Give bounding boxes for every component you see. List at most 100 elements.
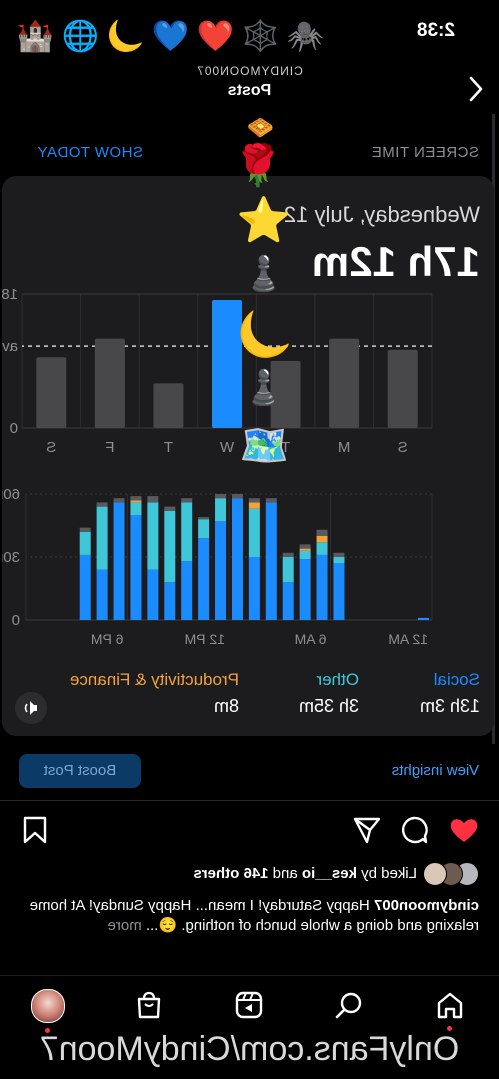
hourly-bar-other — [333, 557, 345, 564]
hourly-bar-other — [164, 510, 176, 583]
weekly-tick-label: 0 — [10, 420, 18, 437]
moon-emoji: 🌙 — [106, 19, 144, 54]
weekly-tick-label: 18h — [2, 286, 18, 303]
shop-bag-icon[interactable] — [134, 990, 164, 1020]
divider — [0, 800, 499, 801]
view-insights-link[interactable]: View insights — [392, 762, 479, 779]
caption-username[interactable]: cindymoon007 — [374, 897, 479, 914]
hourly-bar-other — [198, 519, 210, 539]
bio-emoji-row: 🏰 🌐 🌙 💙 ❤️ 🕸️ 🕷️ — [9, 16, 324, 62]
hourly-bar-social — [96, 569, 108, 620]
hourly-bar-gray — [130, 496, 142, 501]
hourly-bar-social — [248, 557, 260, 620]
screen-time-date: Wednesday, July 12 — [283, 202, 480, 227]
audio-toggle-button[interactable] — [15, 692, 47, 724]
profile-avatar[interactable] — [31, 989, 65, 1033]
liker-avatars[interactable] — [419, 862, 479, 886]
hourly-bar-gray — [164, 506, 176, 511]
header-username: CINDYMOON007 — [196, 64, 303, 78]
hourly-bar-other — [316, 542, 328, 555]
weekday-label: T — [164, 439, 173, 456]
hourly-bar-gray — [198, 517, 210, 520]
hourly-bar-gray — [181, 498, 193, 503]
comment-icon[interactable] — [399, 815, 429, 845]
hourly-bar-other — [282, 557, 294, 583]
category-productivity: Productivity & Finance 8m — [70, 670, 239, 717]
hourly-bar-social — [231, 498, 243, 620]
category-social: Social 13h 3m — [420, 670, 480, 717]
share-icon[interactable] — [352, 815, 382, 845]
hourly-bar-social — [79, 554, 91, 620]
hourly-bar-social — [265, 502, 277, 620]
waffle-emoji: 🧇 — [246, 116, 274, 141]
hourly-bar-social — [316, 554, 328, 620]
show-today-link[interactable]: SHOW TODAY — [37, 144, 143, 161]
category-productivity-value: 8m — [213, 696, 239, 716]
liked-by-middle: and — [272, 865, 298, 882]
post-caption: cindymoon007 Happy Saturday! I mean... H… — [19, 896, 479, 936]
hourly-bar-other — [79, 531, 91, 555]
hourly-bar-social — [299, 559, 311, 620]
hourly-bar-social — [181, 561, 193, 620]
hourly-bar-social — [164, 582, 176, 620]
liked-by-user[interactable]: kes__io — [302, 865, 357, 882]
boost-post-button[interactable]: Boost Post — [19, 754, 141, 788]
blue-heart-emoji: 💙 — [151, 19, 189, 54]
hourly-bar-gray — [316, 529, 328, 536]
weekday-label: S — [398, 439, 408, 456]
hour-label: 6 PM — [91, 631, 124, 647]
watermark: OnlyFans.com/CindyMoon7 — [39, 1030, 460, 1068]
hourly-bar-gray — [282, 552, 294, 557]
weekly-bar — [387, 349, 418, 428]
like-heart-icon[interactable] — [449, 816, 479, 844]
liked-by-others[interactable]: 146 others — [193, 865, 268, 882]
home-icon[interactable] — [435, 990, 465, 1031]
hourly-bar-gray — [215, 494, 227, 499]
page: 2:38 🏰 🌐 🌙 💙 ❤️ 🕸️ 🕷️ CINDYMOON007 Posts… — [0, 0, 499, 1079]
hourly-bar-social — [418, 617, 430, 620]
page-title: Posts — [227, 82, 272, 99]
hourly-bar-other — [248, 508, 260, 557]
hourly-bar-gray — [147, 496, 159, 503]
crescent-emoji: 🌙 — [237, 309, 292, 360]
weekday-label: W — [219, 439, 234, 456]
liked-by-line: Liked by kes__io and 146 others — [193, 864, 417, 884]
liked-by-prefix: Liked by — [361, 865, 417, 882]
castle-emoji: 🏰 — [16, 19, 54, 54]
map-emoji: 🗺️ — [239, 423, 289, 469]
hourly-bar-gray — [299, 544, 311, 549]
avatar — [423, 862, 447, 886]
star-emoji: ⭐ — [236, 195, 291, 246]
hourly-bar-gray — [248, 498, 260, 503]
hourly-bar-social — [113, 502, 125, 620]
bookmark-icon[interactable] — [22, 815, 48, 845]
screen-time-title: SCREEN TIME — [371, 144, 479, 161]
hour-label: 12 PM — [185, 631, 225, 647]
speaker-icon — [24, 701, 37, 715]
pawn-bottom-emoji: ♟️ — [242, 368, 285, 408]
weekly-tick-label: avg — [2, 338, 18, 355]
hourly-bar-social — [215, 521, 227, 620]
hourly-bar-social — [130, 515, 142, 620]
search-icon[interactable] — [334, 990, 364, 1020]
weekday-label: M — [338, 439, 351, 456]
weekly-bar — [36, 357, 67, 428]
back-chevron-icon[interactable] — [469, 76, 483, 102]
hourly-bar-gray — [333, 552, 345, 557]
hourly-tick-label: 0 — [12, 612, 20, 629]
reels-icon[interactable] — [234, 990, 264, 1020]
hourly-bar-productivity — [316, 536, 328, 543]
hour-label: 6 AM — [295, 631, 327, 647]
rose-emoji: 🌹 — [233, 143, 283, 189]
hourly-bar-other — [130, 502, 142, 515]
caption-more-link[interactable]: more — [108, 917, 142, 934]
web-emoji: 🕸️ — [241, 19, 279, 54]
hourly-bar-other — [215, 498, 227, 522]
weekly-bar — [329, 338, 360, 428]
status-time: 2:38 — [416, 20, 455, 41]
spider-emoji: 🕷️ — [286, 19, 324, 54]
hourly-bar-other — [181, 502, 193, 562]
screen-time-total: 17h 12m — [311, 238, 480, 285]
hourly-bar-productivity — [248, 502, 260, 509]
hourly-bar-social — [147, 569, 159, 620]
